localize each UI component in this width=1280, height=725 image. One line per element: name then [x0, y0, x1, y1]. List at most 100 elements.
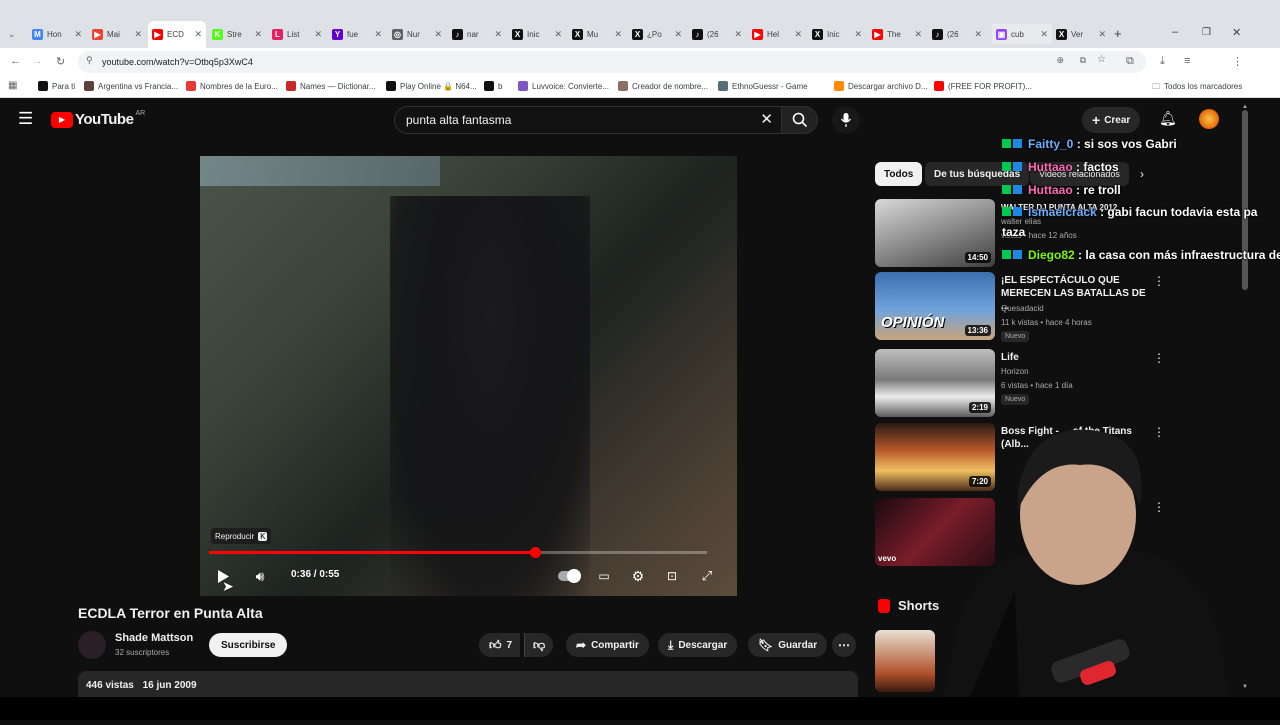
settings-button[interactable]: ⚙ [629, 567, 647, 585]
tab-close-icon[interactable]: ✕ [794, 29, 802, 40]
browser-tab[interactable]: K Stre ✕ [208, 24, 266, 44]
new-tab-button[interactable]: + [1114, 26, 1122, 41]
hamburger-menu-icon[interactable]: ☰ [18, 109, 33, 129]
download-icon[interactable]: ⤓ [1160, 55, 1165, 68]
bookmark-item[interactable]: Argentina vs Francia... [84, 81, 178, 91]
bookmark-item[interactable]: EthnoGuessr - Game [718, 81, 808, 91]
bookmark-item[interactable]: Names — Dictionar... [286, 81, 376, 91]
zoom-icon[interactable]: ⊕ [1056, 55, 1064, 66]
restore-icon[interactable]: ❐ [1202, 27, 1211, 38]
voice-search-button[interactable] [832, 106, 860, 134]
browser-tab[interactable]: X ¿Po ✕ [628, 24, 686, 44]
close-window-icon[interactable]: ✕ [1232, 26, 1241, 39]
tab-close-icon[interactable]: ✕ [614, 29, 622, 40]
more-actions-button[interactable]: ⋯ [832, 633, 856, 657]
bookmark-item[interactable]: Para ti [38, 81, 75, 91]
sidebar-scrollbar[interactable] [1242, 110, 1248, 290]
channel-name[interactable]: Shade Mattson [115, 632, 193, 644]
recommendation-item[interactable]: OPINIÓN 13:36 ¡EL ESPECTÁCULO QUE MERECE… [875, 272, 1250, 342]
forward-icon[interactable]: → [32, 55, 43, 67]
bookmark-item[interactable]: Nombres de la Euro... [186, 81, 278, 91]
address-bar[interactable]: ⚲ youtube.com/watch?v=Otbq5p3XwC4 ⊕ ⧉ ☆ [78, 51, 1146, 73]
bookmark-item[interactable]: (FREE FOR PROFIT)... [934, 81, 1032, 91]
browser-tab[interactable]: ▣ cub ✕ [992, 24, 1052, 44]
tab-close-icon[interactable]: ✕ [914, 29, 922, 40]
tab-close-icon[interactable]: ✕ [254, 29, 262, 40]
browser-tab[interactable]: ▶ ECD ✕ [148, 21, 206, 48]
description-box[interactable]: 446 vistas 16 jun 2009 [78, 671, 858, 697]
subscribe-button[interactable]: Suscribirse [209, 633, 288, 657]
more-vertical-icon[interactable]: ⋮ [1153, 351, 1165, 365]
bookmark-item[interactable]: Luvvoice: Convierte... [518, 81, 609, 91]
browser-tab[interactable]: X Inic ✕ [508, 24, 566, 44]
chips-next-icon[interactable]: › [1140, 167, 1144, 181]
tab-close-icon[interactable]: ✕ [1040, 29, 1048, 40]
tab-close-icon[interactable]: ✕ [674, 29, 682, 40]
tab-list-icon[interactable]: ⌄ [8, 29, 16, 40]
save-button[interactable]: 🔖︎ Guardar [748, 633, 828, 657]
tab-close-icon[interactable]: ✕ [194, 29, 202, 40]
browser-tab[interactable]: X Ver ✕ [1052, 24, 1110, 44]
tab-close-icon[interactable]: ✕ [734, 29, 742, 40]
autoplay-toggle[interactable] [558, 567, 581, 585]
media-icon[interactable]: ≡ [1184, 55, 1190, 67]
download-button[interactable]: ⤓ Descargar [658, 633, 738, 657]
tab-close-icon[interactable]: ✕ [1098, 29, 1106, 40]
browser-tab[interactable]: ▶ Mai ✕ [88, 24, 146, 44]
bookmark-item[interactable]: Play Online 🔒 N64... [386, 81, 477, 91]
clear-search-icon[interactable]: ✕ [760, 110, 773, 128]
scroll-up-icon[interactable]: ▲ [1242, 104, 1248, 110]
channel-avatar[interactable] [78, 631, 106, 659]
search-button[interactable] [782, 106, 818, 134]
browser-tab[interactable]: ▶ The ✕ [868, 24, 926, 44]
more-vertical-icon[interactable]: ⋮ [1153, 274, 1165, 288]
share-button[interactable]: ➦ Compartir [566, 633, 649, 657]
video-player[interactable] [200, 156, 737, 596]
browser-tab[interactable]: Yfue ✕ [328, 24, 386, 44]
tab-close-icon[interactable]: ✕ [434, 29, 442, 40]
dislike-button[interactable]: 👎︎ [524, 633, 554, 657]
bookmark-item[interactable]: Descargar archivo D... [834, 81, 928, 91]
account-avatar[interactable] [1199, 109, 1219, 129]
theater-mode-button[interactable]: ⊡ [663, 567, 681, 585]
bookmark-item[interactable]: Creador de nombre... [618, 81, 708, 91]
site-info-icon[interactable]: ⚲ [86, 55, 93, 66]
browser-tab[interactable]: ♪ (26 ✕ [688, 24, 746, 44]
browser-tab[interactable]: X Mu ✕ [568, 24, 626, 44]
bookmark-item[interactable]: b [484, 81, 502, 91]
extensions-icon[interactable]: ⧉ [1126, 55, 1134, 68]
like-button[interactable]: 👍︎ 7 [479, 633, 521, 657]
browser-tab[interactable]: M Hon ✕ [28, 24, 86, 44]
tab-close-icon[interactable]: ✕ [494, 29, 502, 40]
minimize-icon[interactable]: – [1172, 26, 1178, 38]
progress-bar[interactable] [209, 547, 707, 558]
menu-kebab-icon[interactable]: ⋮ [1232, 55, 1243, 68]
tab-close-icon[interactable]: ✕ [374, 29, 382, 40]
tab-close-icon[interactable]: ✕ [554, 29, 562, 40]
notifications-bell-icon[interactable]: 🔔︎ [1159, 110, 1177, 127]
back-icon[interactable]: ← [10, 55, 21, 67]
recommendation-item[interactable]: 2:19 Life Horizon 6 vistas • hace 1 día … [875, 349, 1250, 419]
browser-tab[interactable]: ▶ Hel ✕ [748, 24, 806, 44]
tab-close-icon[interactable]: ✕ [314, 29, 322, 40]
fullscreen-button[interactable]: ⤢ [698, 567, 716, 585]
browser-tab[interactable]: ♪ (26 ✕ [928, 24, 986, 44]
all-bookmarks[interactable]: 🗀 Todos los marcadores [1152, 81, 1242, 95]
volume-button[interactable]: 🔊︎ [250, 567, 270, 585]
bookmark-star-icon[interactable]: ☆ [1097, 54, 1106, 65]
tab-close-icon[interactable]: ✕ [74, 29, 82, 40]
tab-close-icon[interactable]: ✕ [854, 29, 862, 40]
install-icon[interactable]: ⧉ [1080, 55, 1086, 66]
chip-all[interactable]: Todos [875, 162, 923, 186]
progress-scrubber[interactable] [529, 547, 541, 558]
create-button[interactable]: + Crear [1082, 107, 1141, 133]
tab-close-icon[interactable]: ✕ [134, 29, 142, 40]
reload-icon[interactable]: ↻ [56, 55, 65, 68]
youtube-logo[interactable]: ▶ YouTube AR [51, 110, 145, 128]
apps-icon[interactable]: ▦ [8, 80, 17, 91]
browser-tab[interactable]: X Inic ✕ [808, 24, 866, 44]
browser-tab[interactable]: ♪ nar ✕ [448, 24, 506, 44]
browser-tab[interactable]: L List ✕ [268, 24, 326, 44]
search-input[interactable]: punta alta fantasma ✕ [394, 106, 782, 134]
subtitles-button[interactable]: ▭ [595, 567, 613, 585]
